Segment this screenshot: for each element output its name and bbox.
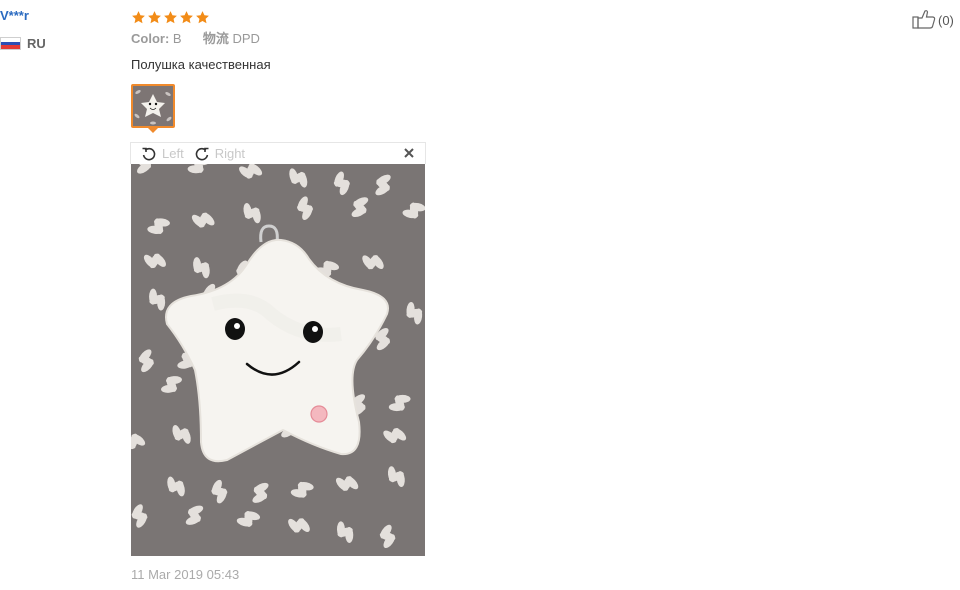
rotate-right-label: Right [214, 146, 246, 161]
helpful-button[interactable]: (0) [912, 9, 954, 32]
star-icon [163, 10, 178, 25]
star-icon [195, 10, 210, 25]
review-meta: Color: B 物流 DPD [131, 31, 831, 47]
review-text: Полушка качественная [131, 57, 271, 72]
rotate-right-icon [194, 146, 210, 162]
star-icon [147, 10, 162, 25]
reviewer-info: V***r RU [0, 8, 120, 51]
review-photo-thumbnail-wrap [131, 84, 175, 133]
star-pillow-photo [131, 164, 425, 556]
rotate-left-label: Left [162, 146, 184, 161]
review-content: Color: B 物流 DPD Полушка качественная [131, 8, 831, 133]
photo-viewer: Left Right [130, 142, 426, 558]
thumbnail-selected-arrow [147, 127, 159, 133]
review-photo-thumbnail[interactable] [131, 84, 175, 128]
review-photo-large [131, 164, 425, 556]
helpful-count: (0) [938, 13, 954, 28]
reviewer-country: RU [0, 36, 120, 51]
logistics-label: 物流 [202, 31, 229, 46]
thumbs-up-icon [912, 9, 936, 32]
star-icon [179, 10, 194, 25]
reviewer-name[interactable]: V***r [0, 8, 120, 24]
star-icon [131, 10, 146, 25]
rotate-left-icon [141, 146, 157, 162]
russia-flag-icon [0, 37, 21, 50]
review-date: 11 Mar 2019 05:43 [131, 567, 240, 582]
star-rating [131, 8, 831, 26]
rotate-right-button[interactable]: Right [194, 146, 245, 162]
thumbnail-image [133, 86, 173, 126]
viewer-toolbar: Left Right [130, 142, 426, 164]
close-icon[interactable] [403, 146, 415, 164]
color-value: B [172, 31, 182, 46]
rotate-left-button[interactable]: Left [141, 146, 184, 162]
logistics-value: DPD [232, 31, 260, 46]
color-label: Color: [131, 31, 170, 46]
country-code: RU [27, 36, 46, 51]
